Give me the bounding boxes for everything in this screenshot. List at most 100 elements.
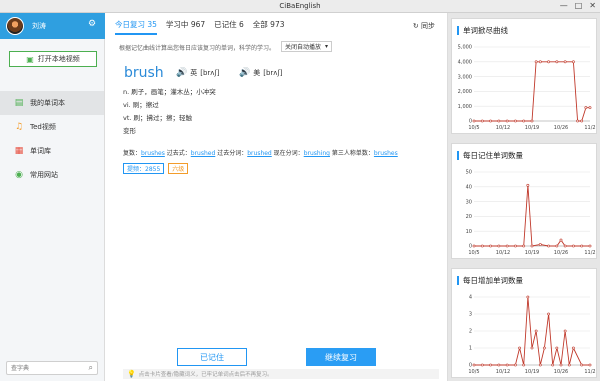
data-point	[526, 183, 530, 187]
lightbulb-icon: 💡	[127, 370, 136, 378]
speaker-icon[interactable]: 🔊	[176, 68, 187, 78]
data-point	[580, 119, 584, 123]
data-point	[572, 244, 575, 248]
frequency-badge: 提频：2855	[123, 163, 165, 174]
sidebar-item-websites[interactable]: ◉ 常用网站	[0, 163, 104, 187]
form-link[interactable]: brushing	[304, 150, 330, 157]
book-icon: ▤	[14, 98, 24, 108]
data-point	[526, 295, 530, 299]
data-point	[514, 244, 517, 248]
autoplay-select-value: 关闭自动播放	[285, 44, 322, 51]
data-point	[547, 312, 550, 316]
phonetic-us[interactable]: 🔊 美 [brʌʃ]	[239, 68, 283, 78]
autoplay-select[interactable]: 关闭自动播放 ▾	[281, 41, 333, 52]
y-tick-label: 0	[469, 363, 472, 369]
y-tick-label: 30	[466, 199, 472, 205]
review-hint: 根据记忆曲线计算出您每日应该复习的单词，科学的学习。	[119, 45, 276, 52]
data-point	[489, 119, 492, 123]
form-label: 复数：	[123, 150, 142, 157]
minimize-button[interactable]: —	[560, 2, 568, 10]
data-point	[538, 243, 542, 246]
y-tick-label: 0	[469, 119, 472, 125]
avatar[interactable]	[6, 17, 24, 35]
y-tick-label: 1,000	[458, 104, 472, 110]
speaker-icon[interactable]: 🔊	[239, 68, 250, 78]
data-point	[530, 119, 534, 123]
form-link[interactable]: brushes	[141, 150, 165, 157]
y-tick-label: 2	[469, 329, 472, 335]
video-icon: ▣	[26, 54, 34, 64]
sidebar-item-library[interactable]: ▦ 单词库	[0, 139, 104, 163]
y-tick-label: 40	[466, 185, 472, 191]
phonetic-ipa: [brʌʃ]	[200, 69, 220, 77]
user-bar: 刘涛 ⚙	[0, 13, 105, 39]
window-controls: — □ ✕	[560, 2, 596, 10]
sidebar-item-ted[interactable]: ♫ Ted视频	[0, 115, 104, 139]
y-tick-label: 4	[469, 295, 472, 301]
data-point	[572, 60, 575, 64]
data-point	[588, 106, 592, 110]
x-tick-label: 10/19	[525, 250, 539, 256]
form-link[interactable]: brushed	[191, 150, 216, 157]
data-point	[547, 244, 550, 248]
x-tick-label: 10/26	[554, 125, 568, 131]
tip-text: 点击卡片查看/隐藏词义，已牢记单词点击后不再复习。	[138, 372, 273, 378]
daily-remembered-chart: 0 10 20 30 40 50 10/5 10/12 10/19 10/26 11/2	[466, 170, 596, 256]
sidebar: 刘涛 ⚙ ▣ 打开本地视频 ▤ 我的单词本 ♫ Ted视频 ▦ 单词库 ◉ 常用…	[0, 13, 105, 381]
form-label: 过去式：	[166, 150, 191, 157]
sidebar-nav: ▤ 我的单词本 ♫ Ted视频 ▦ 单词库 ◉ 常用网站	[0, 91, 104, 187]
data-point	[538, 363, 542, 367]
x-tick-label: 10/19	[525, 125, 539, 131]
remembered-button[interactable]: 已记住	[177, 348, 247, 366]
tab-remembered[interactable]: 已记住 6	[214, 19, 244, 35]
title-accent	[457, 276, 459, 285]
data-point	[580, 363, 584, 367]
data-point	[497, 363, 501, 367]
data-point	[572, 346, 575, 350]
tab-today-review[interactable]: 今日复习 35	[115, 19, 157, 35]
x-tick-label: 10/12	[496, 250, 510, 256]
data-point	[555, 346, 559, 350]
data-point	[530, 244, 534, 248]
form-link[interactable]: brushes	[374, 150, 398, 157]
form-link[interactable]: brushed	[247, 150, 272, 157]
x-tick-label: 11/2	[584, 369, 595, 375]
definitions[interactable]: n. 刷子，画笔；灌木丛；小冲突 vi. 刷；擦过 vt. 刷；拂过；擦；轻触 …	[123, 86, 216, 138]
phonetic-uk[interactable]: 🔊 英 [brʌʃ]	[176, 68, 220, 78]
chart-card-remembered: 每日记住单词数量 0 10 20 30 40 50 10/5 10/12 10/19 10/26 1…	[451, 143, 597, 259]
y-tick-label: 10	[466, 229, 472, 235]
phonetic-ipa: [brʌʃ]	[263, 69, 283, 77]
x-tick-label: 10/12	[496, 369, 510, 375]
data-point	[563, 244, 567, 248]
gear-icon[interactable]: ⚙	[88, 19, 96, 29]
forms-heading: 变形	[123, 127, 136, 135]
data-point	[514, 363, 517, 367]
data-point	[489, 363, 492, 367]
data-point	[576, 119, 579, 123]
sync-button[interactable]: ↻ 同步	[413, 21, 435, 31]
tab-learning[interactable]: 学习中 967	[166, 19, 205, 35]
word-headword[interactable]: brush	[124, 65, 164, 81]
data-point	[497, 244, 501, 248]
dictionary-search-input[interactable]	[7, 362, 81, 374]
data-point	[522, 244, 526, 248]
maximize-button[interactable]: □	[575, 2, 583, 10]
tab-all[interactable]: 全部 973	[253, 19, 285, 35]
sidebar-item-label: Ted视频	[30, 123, 56, 131]
library-icon: ▦	[14, 146, 24, 156]
sync-label: 同步	[421, 22, 435, 30]
search-icon[interactable]: ⌕	[89, 363, 93, 373]
chart-card-forgetting: 单词掀尽曲线 0 1,000 2,000 3,000 4,000 5,000 10/5 10/…	[451, 18, 597, 134]
continue-review-button[interactable]: 继续复习	[306, 348, 376, 366]
open-local-video-button[interactable]: ▣ 打开本地视频	[9, 51, 97, 67]
data-point	[547, 60, 550, 64]
close-button[interactable]: ✕	[589, 2, 596, 10]
data-point	[472, 119, 476, 123]
stats-panel: 单词掀尽曲线 0 1,000 2,000 3,000 4,000 5,000 10/5 10/…	[448, 13, 600, 381]
data-point	[580, 244, 584, 248]
data-point	[563, 60, 567, 64]
sidebar-item-wordbook[interactable]: ▤ 我的单词本	[0, 91, 104, 115]
data-point	[518, 346, 521, 350]
level-badge: 六级	[168, 163, 189, 174]
chart-title-text: 每日记住单词数量	[463, 151, 523, 160]
